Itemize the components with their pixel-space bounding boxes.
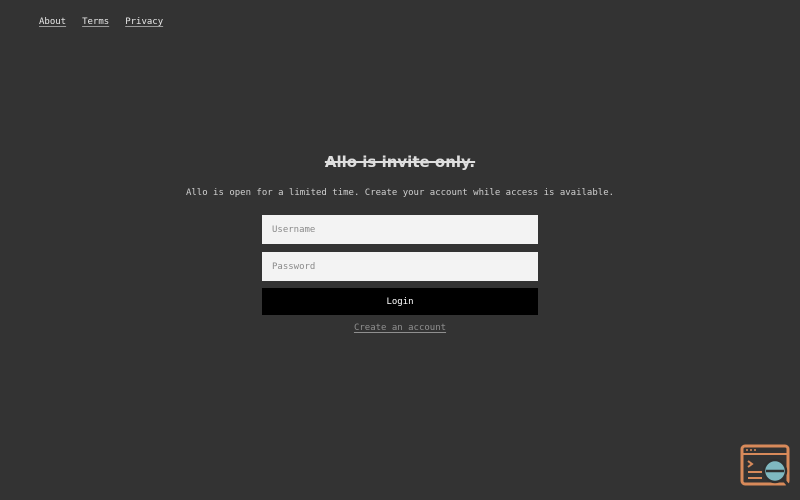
nav-link-about[interactable]: About [39, 17, 66, 27]
create-account-row: Create an account [0, 323, 800, 333]
create-account-link[interactable]: Create an account [354, 323, 446, 333]
nav-link-terms[interactable]: Terms [82, 17, 109, 27]
nav-link-privacy[interactable]: Privacy [125, 17, 163, 27]
login-page: About Terms Privacy Allo is invite only.… [0, 0, 800, 500]
login-button[interactable]: Login [262, 288, 538, 315]
page-subtitle: Allo is open for a limited time. Create … [185, 188, 615, 198]
browser-window-search-icon-graphic [740, 444, 790, 486]
browser-window-search-icon[interactable] [740, 444, 792, 488]
username-input[interactable] [262, 215, 538, 244]
top-nav: About Terms Privacy [39, 17, 163, 27]
password-input[interactable] [262, 252, 538, 281]
page-title: Allo is invite only. [324, 153, 476, 171]
